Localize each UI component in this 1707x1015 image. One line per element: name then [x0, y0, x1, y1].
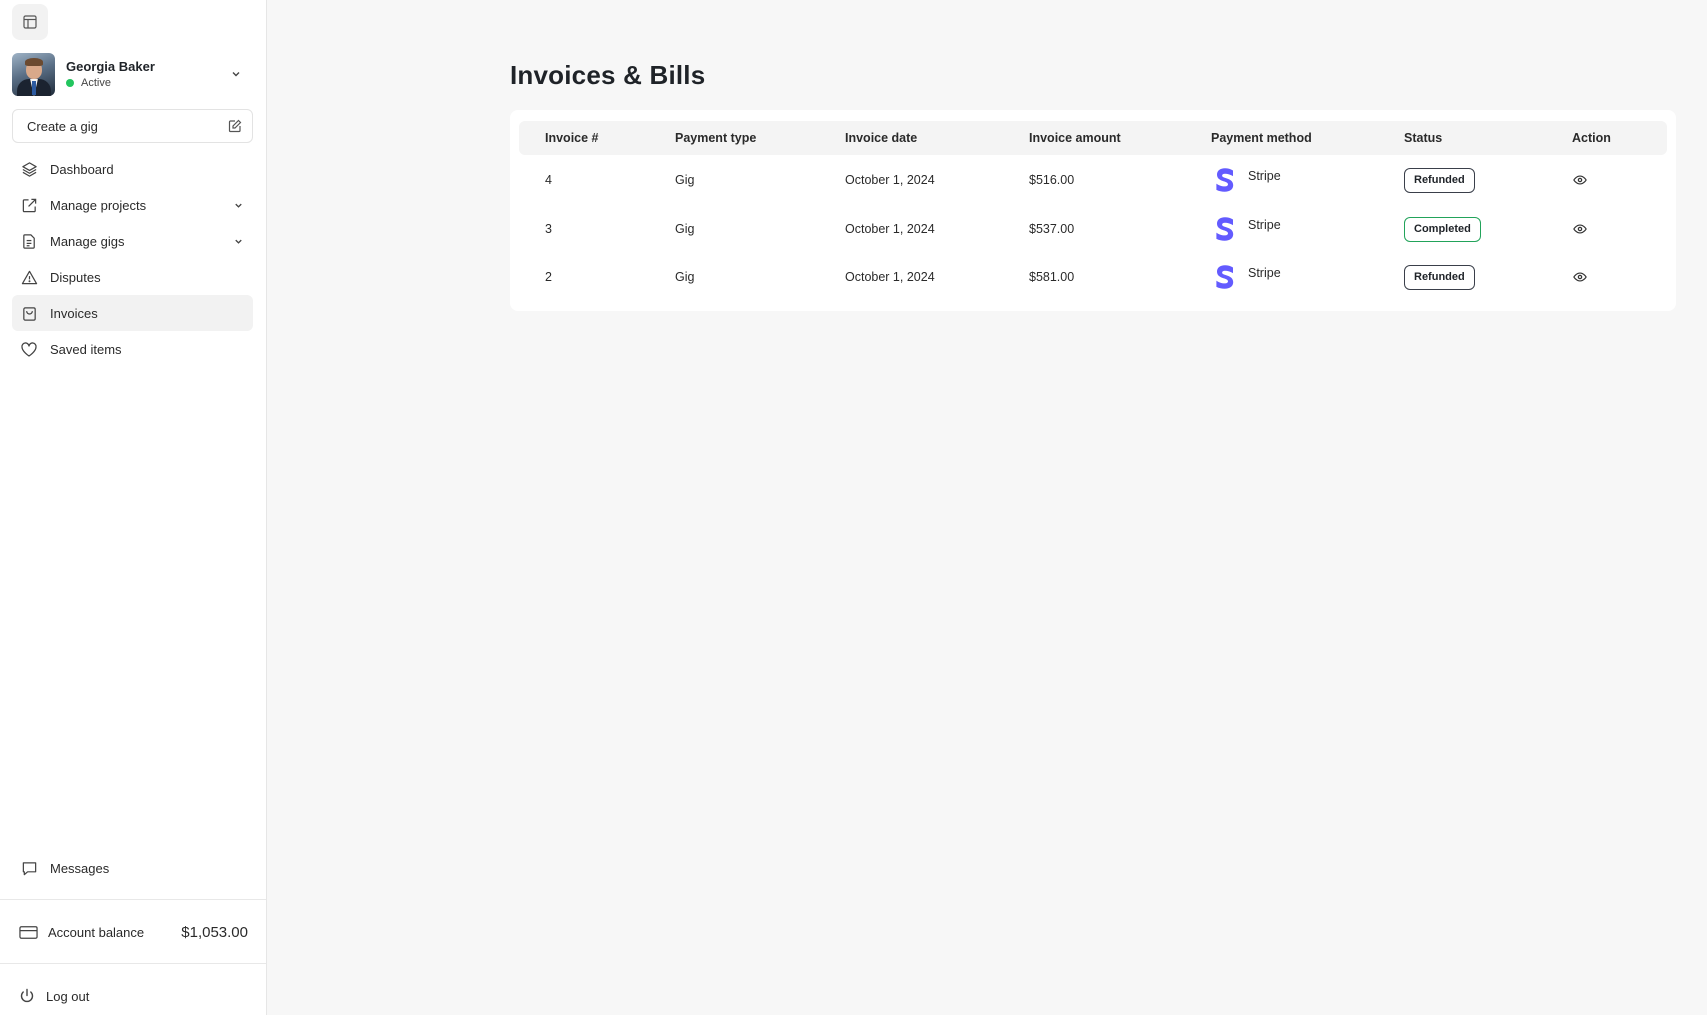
chevron-down-icon[interactable]: [228, 66, 244, 82]
account-balance-value: $1,053.00: [181, 923, 248, 941]
payment-type: Gig: [675, 173, 695, 187]
sidebar-item-label: Invoices: [50, 305, 98, 321]
create-gig-label: Create a gig: [27, 118, 98, 134]
main-content: Invoices & Bills Invoice # Payment type …: [267, 0, 1707, 1015]
invoices-table: Invoice # Payment type Invoice date Invo…: [510, 110, 1676, 311]
eye-icon[interactable]: [1572, 172, 1588, 188]
warning-icon: [20, 268, 38, 286]
table-row: 3 Gig October 1, 2024 $537.00 Stripe Com…: [519, 205, 1667, 253]
power-icon: [18, 987, 36, 1005]
column-header-invoice: Invoice #: [545, 131, 599, 145]
sidebar-item-invoices[interactable]: Invoices: [12, 295, 253, 331]
message-icon: [20, 859, 38, 877]
invoice-amount: $537.00: [1029, 222, 1075, 236]
column-header-invoice-date: Invoice date: [845, 131, 918, 145]
table-row: 4 Gig October 1, 2024 $516.00 Stripe Ref…: [519, 156, 1667, 204]
payment-method-name: Stripe: [1248, 266, 1281, 280]
sidebar-item-label: Manage gigs: [50, 233, 125, 249]
divider: [0, 899, 266, 900]
status-badge: Refunded: [1404, 167, 1475, 193]
sidebar-item-saved-items[interactable]: Saved items: [12, 331, 253, 367]
status-badge: Refunded: [1404, 264, 1475, 290]
payment-type: Gig: [675, 222, 695, 236]
user-profile[interactable]: Georgia Baker Active: [12, 52, 252, 96]
column-header-status: Status: [1404, 131, 1443, 145]
table-header: Invoice # Payment type Invoice date Invo…: [519, 121, 1667, 155]
sidebar-toggle-button[interactable]: [12, 4, 48, 40]
sidebar-item-dashboard[interactable]: Dashboard: [12, 151, 253, 187]
payment-method: Stripe: [1211, 156, 1281, 204]
messages-label: Messages: [50, 860, 110, 876]
invoice-number: 4: [545, 173, 552, 187]
logout-label: Log out: [46, 988, 90, 1004]
credit-card-icon: [18, 923, 38, 941]
sidebar-nav: Dashboard Manage projects Manage gigs Di…: [12, 151, 253, 367]
status-badge: Completed: [1404, 216, 1481, 242]
column-header-action: Action: [1572, 131, 1611, 145]
create-gig-button[interactable]: Create a gig: [12, 109, 253, 143]
account-balance[interactable]: Account balance $1,053.00: [18, 914, 248, 950]
stripe-logo-icon: [1211, 163, 1239, 197]
layout-panel-icon: [23, 15, 37, 29]
invoice-number: 3: [545, 222, 552, 236]
invoice-date: October 1, 2024: [845, 270, 935, 284]
column-header-payment-method: Payment method: [1211, 131, 1312, 145]
stripe-logo-icon: [1211, 260, 1239, 294]
page-title: Invoices & Bills: [510, 60, 706, 90]
invoice-number: 2: [545, 270, 552, 284]
account-balance-label: Account balance: [48, 924, 145, 940]
chevron-down-icon[interactable]: [231, 234, 245, 248]
stripe-logo-icon: [1211, 212, 1239, 246]
invoice-amount: $581.00: [1029, 270, 1075, 284]
payment-method-name: Stripe: [1248, 169, 1281, 183]
edit-icon: [228, 119, 242, 133]
divider: [0, 963, 266, 964]
table-row: 2 Gig October 1, 2024 $581.00 Stripe Ref…: [519, 253, 1667, 301]
status-dot: [66, 79, 74, 87]
heart-icon: [20, 340, 38, 358]
invoice-amount: $516.00: [1029, 173, 1075, 187]
eye-icon[interactable]: [1572, 221, 1588, 237]
sidebar-item-messages[interactable]: Messages: [12, 850, 253, 886]
column-header-payment-type: Payment type: [675, 131, 757, 145]
column-header-invoice-amount: Invoice amount: [1029, 131, 1121, 145]
payment-method: Stripe: [1211, 205, 1281, 253]
payment-type: Gig: [675, 270, 695, 284]
sidebar-item-manage-gigs[interactable]: Manage gigs: [12, 223, 253, 259]
sidebar-item-label: Dashboard: [50, 161, 114, 177]
sidebar-item-label: Disputes: [50, 269, 101, 285]
sidebar-item-manage-projects[interactable]: Manage projects: [12, 187, 253, 223]
sidebar-item-label: Saved items: [50, 341, 122, 357]
document-icon: [20, 232, 38, 250]
payment-method-name: Stripe: [1248, 218, 1281, 232]
payment-method: Stripe: [1211, 253, 1281, 301]
sidebar-item-label: Manage projects: [50, 197, 147, 213]
sidebar: Georgia Baker Active Create a gig Dashbo…: [0, 0, 267, 1015]
eye-icon[interactable]: [1572, 269, 1588, 285]
chevron-down-icon[interactable]: [231, 198, 245, 212]
logout-button[interactable]: Log out: [18, 978, 248, 1014]
invoice-date: October 1, 2024: [845, 173, 935, 187]
layers-icon: [20, 160, 38, 178]
sidebar-item-disputes[interactable]: Disputes: [12, 259, 253, 295]
external-link-icon: [20, 196, 38, 214]
shopping-bag-icon: [20, 304, 38, 322]
user-name: Georgia Baker: [66, 59, 155, 74]
invoice-date: October 1, 2024: [845, 222, 935, 236]
user-status: Active: [81, 77, 111, 89]
avatar: [12, 52, 55, 96]
